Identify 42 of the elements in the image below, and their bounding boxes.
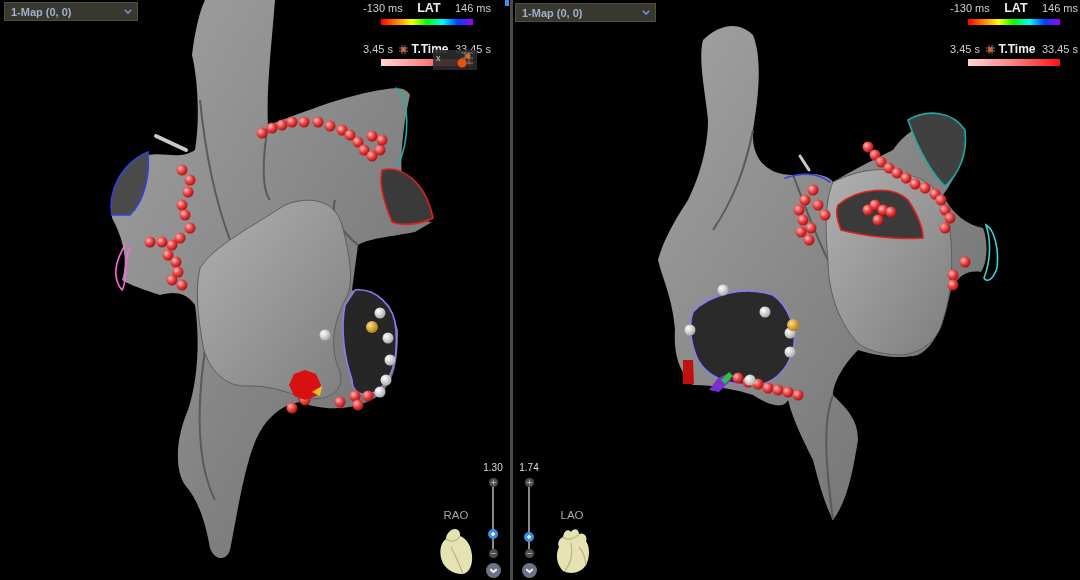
slider-thumb[interactable] [524,532,534,543]
legend-title: LAT [1004,2,1028,15]
legend-min-label: -130 ms [950,2,990,15]
legend-min-label: -130 ms [363,2,403,15]
map-dropdown[interactable]: 1-Map (0, 0) [515,3,656,22]
plus-icon [524,478,534,487]
minus-icon [524,549,534,558]
collapse-button[interactable] [485,563,501,578]
map-point-marker [289,370,322,400]
zoom-in-button[interactable] [488,478,498,487]
grid-ball-icon [457,52,473,68]
legend-max-label: 146 ms [454,2,491,15]
map-dropdown[interactable]: 1-Map (0, 0) [4,2,138,21]
legend-min-label: 3.45 s [363,43,393,56]
legend-max-label: 146 ms [1041,2,1078,15]
legend-max-label: 33.45 s [1041,43,1078,56]
zoom-value: 1.30 [483,463,503,473]
view-orientation-label: LAO [560,510,584,521]
map-point-marker [709,372,733,392]
view-orientation-label: RAO [443,510,469,521]
caret-icon [642,10,650,15]
legend-max-label: 33.45 s [454,43,491,56]
plus-icon [488,478,498,487]
collapse-button[interactable] [521,563,537,578]
chevron-down-icon [485,563,501,578]
zoom-in-button[interactable] [524,478,534,487]
legend-title: LAT [417,2,441,15]
scrollbar-thumb[interactable] [505,0,509,6]
zoom-out-button[interactable] [524,549,534,558]
zoom-out-button[interactable] [488,549,498,558]
legend-min-label: 3.45 s [950,43,980,56]
legend-title: T.Time [998,43,1036,56]
caret-icon [124,9,132,14]
minus-icon [488,549,498,558]
map-point-marker [683,360,694,384]
legend-title: T.Time [411,43,449,56]
tag-grid-icon [986,45,996,54]
slider-thumb[interactable] [488,529,498,540]
chevron-down-icon [521,563,537,578]
cross-mark: x [436,53,441,64]
zoom-value: 1.74 [519,463,539,473]
tag-grid-icon [399,45,409,54]
